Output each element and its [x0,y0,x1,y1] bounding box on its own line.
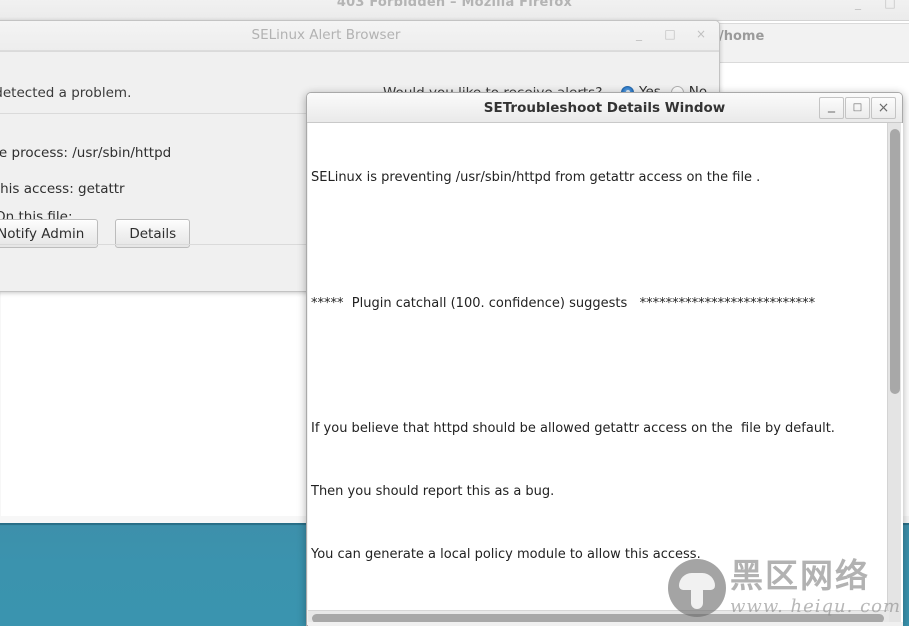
alert-source-process-row: The source process: /usr/sbin/httpd [0,145,172,161]
details-minimize-icon[interactable]: _ [819,97,844,119]
details-vertical-scroll-thumb[interactable] [890,129,900,394]
firefox-window-title: 403 Forbidden – Mozilla Firefox [336,0,573,10]
details-maximize-icon[interactable]: □ [845,97,870,119]
firefox-minimize-icon[interactable]: _ [852,0,864,9]
alert-browser-title: SELinux Alert Browser [251,27,401,43]
details-window-title: SETroubleshoot Details Window [483,100,726,116]
details-titlebar[interactable]: SETroubleshoot Details Window _ □ × [307,93,902,123]
alert-browser-titlebar[interactable]: SELinux Alert Browser _ □ × [0,21,719,51]
details-close-icon[interactable]: × [871,97,896,119]
alert-access-row: tempted this access: getattr [0,181,125,197]
details-text-content: SELinux is preventing /usr/sbin/httpd fr… [311,126,871,626]
setroubleshoot-details-window: SETroubleshoot Details Window _ □ × SELi… [306,92,903,626]
alert-minimize-icon[interactable]: _ [633,28,645,41]
text-line [311,356,871,377]
text-line: Then you should report this as a bug. [311,484,555,500]
details-window-controls: _ □ × [818,97,896,119]
text-line [311,231,871,252]
firefox-window-controls: _ □ [852,0,896,9]
firefox-maximize-icon[interactable]: □ [884,0,896,9]
firefox-titlebar[interactable]: 403 Forbidden – Mozilla Firefox _ □ [0,0,909,21]
alert-maximize-icon[interactable]: □ [664,28,676,41]
text-line: You can generate a local policy module t… [311,546,701,562]
details-textview[interactable]: SELinux is preventing /usr/sbin/httpd fr… [308,123,903,626]
firefox-path-label: /home [719,29,765,44]
text-line: SELinux is preventing /usr/sbin/httpd fr… [311,169,761,185]
text-line: ***** Plugin catchall (100. confidence) … [311,295,816,311]
divider [0,51,719,52]
details-vertical-scrollbar[interactable] [887,123,901,626]
alert-browser-window-controls: _ □ × [633,28,707,41]
details-footer: Close [308,622,903,626]
alert-problem-text: inux has detected a problem. [0,85,132,101]
text-line: If you believe that httpd should be allo… [311,421,835,437]
screen-root: 403 Forbidden – Mozilla Firefox _ □ /hom… [0,0,909,626]
alert-close-icon[interactable]: × [695,28,707,41]
